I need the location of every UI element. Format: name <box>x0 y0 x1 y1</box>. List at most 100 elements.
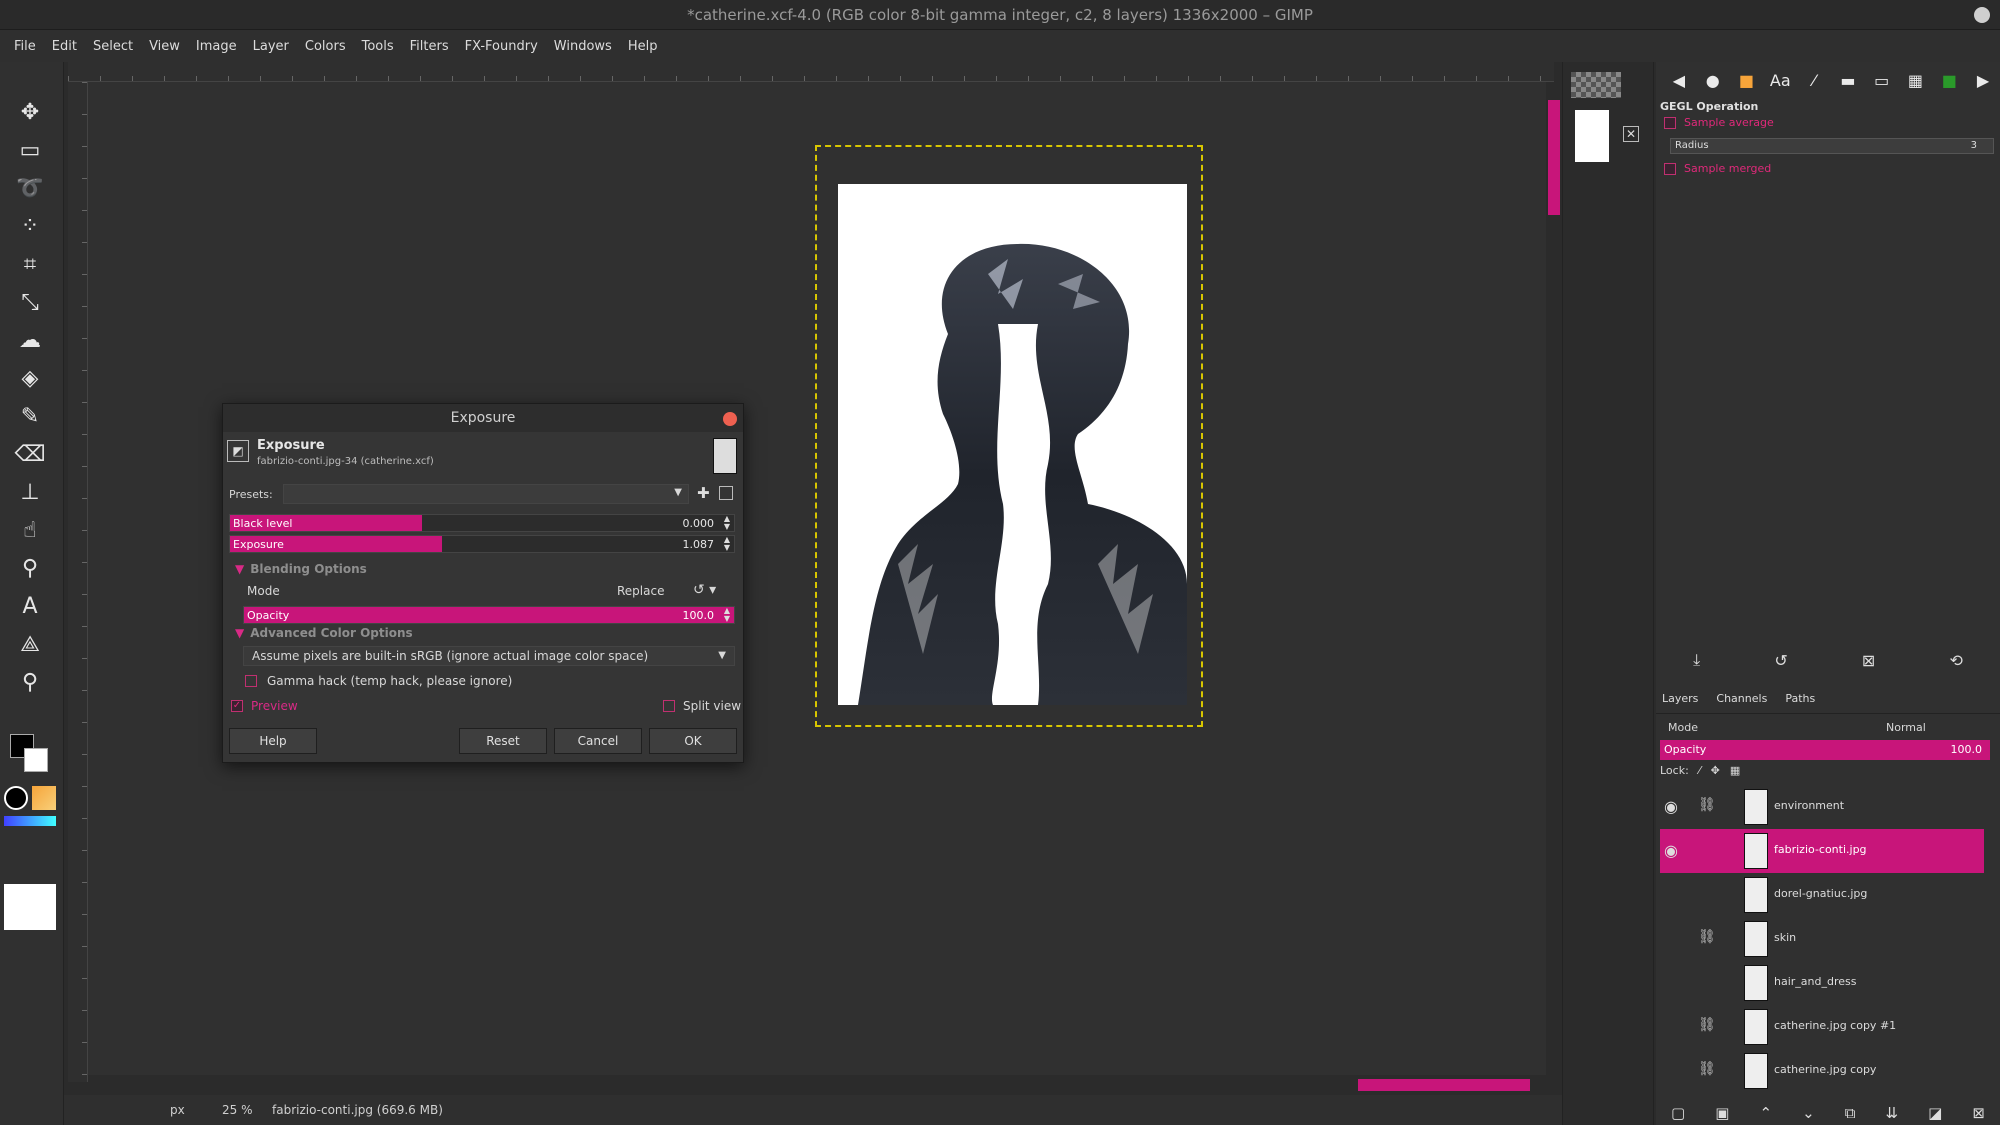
split-view-checkbox[interactable]: Split view <box>663 699 741 713</box>
horizontal-scrollbar[interactable] <box>88 1075 1546 1095</box>
text-tool-icon[interactable]: A <box>12 590 48 622</box>
menu-image[interactable]: Image <box>188 39 245 54</box>
histogram-tab-icon[interactable]: ■ <box>1932 71 1966 90</box>
display-tab-icon[interactable]: ▭ <box>1865 71 1899 90</box>
paintbrush-tool-icon[interactable]: ✎ <box>12 400 48 432</box>
ok-button[interactable]: OK <box>649 728 737 754</box>
tab-channels[interactable]: Channels <box>1716 692 1767 705</box>
layer-row[interactable]: ⛓ catherine.jpg copy #1 <box>1660 1005 1984 1049</box>
spinner-arrows-icon[interactable]: ▲ ▼ <box>724 515 730 531</box>
delete-layer-icon[interactable]: ⊠ <box>1972 1104 1985 1122</box>
chain-link-icon[interactable]: ⛓ <box>1698 1017 1716 1033</box>
preview-checkbox[interactable]: ✓ Preview <box>231 699 298 713</box>
layer-opacity-spinner[interactable]: Opacity 100.0 <box>1660 740 1990 760</box>
gradient-indicator-icon[interactable] <box>4 816 56 826</box>
bucket-fill-tool-icon[interactable]: ◈ <box>12 362 48 394</box>
fonts-tab-icon[interactable]: Aa <box>1763 71 1797 90</box>
lower-layer-icon[interactable]: ⌄ <box>1802 1104 1815 1122</box>
eraser-tool-icon[interactable]: ⌫ <box>12 438 48 470</box>
help-button[interactable]: Help <box>229 728 317 754</box>
chain-link-icon[interactable]: ⛓ <box>1698 797 1716 813</box>
menu-help[interactable]: Help <box>620 39 666 54</box>
restore-options-icon[interactable]: ↺ <box>1774 651 1787 670</box>
menu-fx-foundry[interactable]: FX-Foundry <box>457 39 546 54</box>
save-options-icon[interactable]: ⤓ <box>1693 650 1700 670</box>
advanced-color-options-expander[interactable]: ▼ Advanced Color Options <box>235 626 413 640</box>
layer-mode-select[interactable]: Normal <box>1886 721 1926 734</box>
layer-row[interactable]: ⛓ catherine.jpg copy <box>1660 1049 1984 1093</box>
brush-indicator-icon[interactable] <box>4 786 28 810</box>
zoom-tool-icon[interactable]: ⚲ <box>12 666 48 698</box>
pattern-indicator-icon[interactable] <box>32 786 56 810</box>
presets-menu-icon[interactable] <box>719 486 733 500</box>
unit-selector[interactable]: px <box>170 1103 216 1117</box>
window-close-button[interactable] <box>1974 7 1990 23</box>
blend-mode-select[interactable]: Replace <box>617 584 664 598</box>
brushes-tab-icon[interactable]: ● <box>1696 71 1730 90</box>
layer-row[interactable]: ◉ ⛓ environment <box>1660 785 1984 829</box>
spinner-arrows-icon[interactable]: ▲ ▼ <box>724 536 730 552</box>
vertical-ruler[interactable] <box>68 82 88 1082</box>
layer-row[interactable]: ⛓ skin <box>1660 917 1984 961</box>
background-color-swatch[interactable] <box>24 748 48 772</box>
presets-select[interactable]: ▼ <box>283 484 689 504</box>
visibility-eye-icon[interactable]: ◉ <box>1664 797 1686 816</box>
unified-transform-tool-icon[interactable]: ⤡ <box>12 286 48 318</box>
horizontal-scroll-thumb[interactable] <box>1358 1079 1530 1091</box>
image-canvas[interactable] <box>838 184 1187 705</box>
smudge-tool-icon[interactable]: ☝ <box>12 514 48 546</box>
gradients-tab-icon[interactable]: ▬ <box>1831 71 1865 90</box>
image-tab-preview[interactable] <box>1571 72 1621 98</box>
lock-position-icon[interactable]: ✥ <box>1711 764 1720 777</box>
layer-row[interactable]: ◉ fabrizio-conti.jpg <box>1660 829 1984 873</box>
layer-row[interactable]: dorel-gnatiuc.jpg <box>1660 873 1984 917</box>
horizontal-ruler[interactable] <box>68 62 1554 82</box>
menu-tools[interactable]: Tools <box>354 39 402 54</box>
add-preset-icon[interactable]: ✚ <box>697 484 710 502</box>
menu-file[interactable]: File <box>6 39 44 54</box>
raise-layer-icon[interactable]: ⌃ <box>1759 1104 1772 1122</box>
paths-tool-icon[interactable]: ⚲ <box>12 552 48 584</box>
tab-paths[interactable]: Paths <box>1785 692 1815 705</box>
mask-icon[interactable]: ◪ <box>1928 1104 1942 1122</box>
menu-colors[interactable]: Colors <box>297 39 354 54</box>
rect-select-tool-icon[interactable]: ▭ <box>12 134 48 166</box>
lasso-tool-icon[interactable]: ➰ <box>12 172 48 204</box>
layer-row[interactable]: hair_and_dress <box>1660 961 1984 1005</box>
measure-tool-icon[interactable]: ⟁ <box>12 628 48 660</box>
exposure-spinner[interactable]: Exposure 1.087 ▲ ▼ <box>229 535 735 553</box>
lock-alpha-icon[interactable]: ▦ <box>1730 764 1740 777</box>
menu-edit[interactable]: Edit <box>44 39 85 54</box>
radius-spinner[interactable]: Radius 3 <box>1670 138 1994 154</box>
cancel-button[interactable]: Cancel <box>554 728 642 754</box>
close-icon[interactable]: ✕ <box>1623 126 1639 142</box>
visibility-eye-icon[interactable]: ◉ <box>1664 841 1686 860</box>
chevron-left-icon[interactable]: ◀ <box>1662 71 1696 90</box>
fuzzy-select-tool-icon[interactable]: ⁘ <box>12 210 48 242</box>
dialog-close-button[interactable] <box>723 412 737 426</box>
menu-view[interactable]: View <box>141 39 188 54</box>
chevron-right-icon[interactable]: ▶ <box>1966 71 2000 90</box>
reset-options-icon[interactable]: ⟲ <box>1949 651 1962 670</box>
tab-layers[interactable]: Layers <box>1662 692 1698 705</box>
reset-mode-icon[interactable]: ↺ ▾ <box>693 582 716 598</box>
sample-merged-checkbox[interactable]: Sample merged <box>1664 162 1771 175</box>
spinner-arrows-icon[interactable]: ▲ ▼ <box>724 607 730 623</box>
menu-layer[interactable]: Layer <box>245 39 297 54</box>
vertical-scrollbar[interactable] <box>1546 82 1562 1075</box>
sample-average-checkbox[interactable]: Sample average <box>1664 116 1774 129</box>
image-tab-thumbnail[interactable] <box>1575 110 1609 162</box>
new-layer-icon[interactable]: ▢ <box>1671 1104 1685 1122</box>
menu-windows[interactable]: Windows <box>546 39 620 54</box>
zoom-selector[interactable]: 25 % <box>222 1103 272 1117</box>
gamma-hack-checkbox[interactable]: Gamma hack (temp hack, please ignore) <box>245 674 512 688</box>
paint-dynamics-tab-icon[interactable]: ⁄ <box>1797 71 1831 90</box>
black-level-spinner[interactable]: Black level 0.000 ▲ ▼ <box>229 514 735 532</box>
clone-tool-icon[interactable]: ⊥ <box>12 476 48 508</box>
new-layer-group-icon[interactable]: ▣ <box>1715 1104 1729 1122</box>
vertical-scroll-thumb[interactable] <box>1548 100 1560 215</box>
warp-tool-icon[interactable]: ☁ <box>12 324 48 356</box>
templates-tab-icon[interactable]: ▦ <box>1899 71 1933 90</box>
delete-options-icon[interactable]: ⊠ <box>1862 651 1875 670</box>
duplicate-layer-icon[interactable]: ⧉ <box>1845 1104 1856 1122</box>
